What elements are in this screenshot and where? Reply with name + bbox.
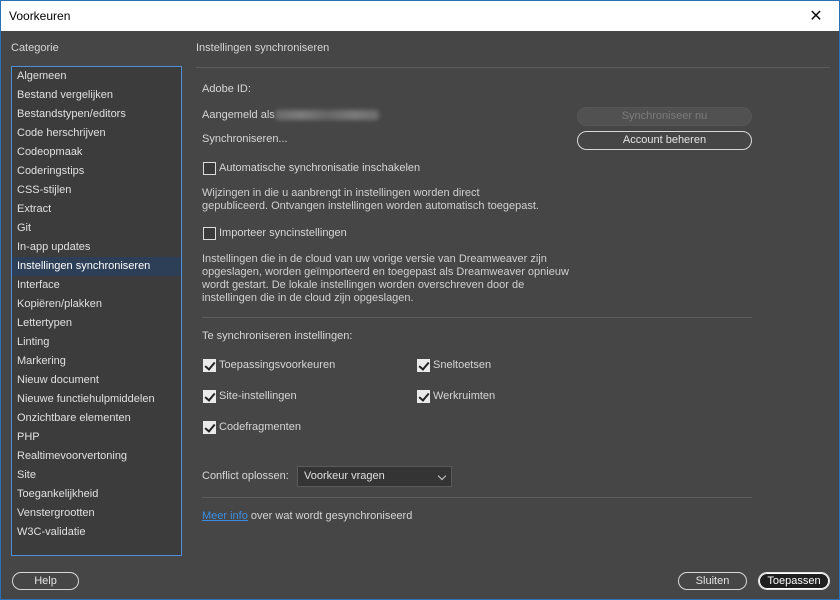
close-icon[interactable]: ✕ xyxy=(793,1,839,31)
app-prefs-checkbox[interactable] xyxy=(203,359,216,372)
auto-sync-label[interactable]: Automatische synchronisatie inschakelen xyxy=(219,162,420,174)
workspaces-checkbox[interactable] xyxy=(417,390,430,403)
more-info-text: over wat wordt gesynchroniseerd xyxy=(250,510,413,522)
site-settings-label[interactable]: Site-instellingen xyxy=(219,390,297,402)
sidebar-item-coderingstips[interactable]: Coderingstips xyxy=(12,162,181,181)
category-list[interactable]: Algemeen Bestand vergelijken Bestandstyp… xyxy=(11,66,182,556)
sidebar-item-instellingen-synchroniseren[interactable]: Instellingen synchroniseren xyxy=(12,257,181,276)
sidebar-item-php[interactable]: PHP xyxy=(12,428,181,447)
sidebar-item-nieuw-document[interactable]: Nieuw document xyxy=(12,371,181,390)
sidebar-item-in-app-updates[interactable]: In-app updates xyxy=(12,238,181,257)
conflict-label: Conflict oplossen: xyxy=(202,470,289,482)
sidebar-item-bestand-vergelijken[interactable]: Bestand vergelijken xyxy=(12,86,181,105)
sidebar-item-linting[interactable]: Linting xyxy=(12,333,181,352)
conflict-select-value: Voorkeur vragen xyxy=(304,470,385,482)
sidebar-item-venstergrootten[interactable]: Venstergrootten xyxy=(12,504,181,523)
import-sync-description-line: Instellingen die in de cloud van uw vori… xyxy=(202,253,547,265)
sidebar-item-site[interactable]: Site xyxy=(12,466,181,485)
category-heading: Categorie xyxy=(11,42,59,54)
account-email-blurred xyxy=(275,110,379,120)
divider xyxy=(202,497,752,498)
help-button[interactable]: Help xyxy=(12,572,79,590)
auto-sync-description-line: Wijzingen in die u aanbrengt in instelli… xyxy=(202,187,480,199)
chevron-down-icon xyxy=(437,471,447,481)
divider xyxy=(202,317,752,318)
more-info-link[interactable]: Meer info xyxy=(202,510,248,522)
sidebar-item-code-herschrijven[interactable]: Code herschrijven xyxy=(12,124,181,143)
signed-in-label: Aangemeld als xyxy=(202,109,275,121)
workspaces-label[interactable]: Werkruimten xyxy=(433,390,495,402)
syncing-status: Synchroniseren... xyxy=(202,133,288,145)
sidebar-item-git[interactable]: Git xyxy=(12,219,181,238)
sidebar-item-nieuwe-functiehulpmiddelen[interactable]: Nieuwe functiehulpmiddelen xyxy=(12,390,181,409)
app-prefs-label[interactable]: Toepassingsvoorkeuren xyxy=(219,359,335,371)
import-sync-description-line: instellingen die in de cloud zijn opgesl… xyxy=(202,292,414,304)
sidebar-item-css-stijlen[interactable]: CSS-stijlen xyxy=(12,181,181,200)
auto-sync-description: Wijzingen in die u aanbrengt in instelli… xyxy=(202,187,582,213)
sidebar-item-bestandstypen-editors[interactable]: Bestandstypen/editors xyxy=(12,105,181,124)
import-sync-checkbox[interactable] xyxy=(203,227,216,240)
shortcuts-label[interactable]: Sneltoetsen xyxy=(433,359,491,371)
sidebar-item-kopieren-plakken[interactable]: Kopiëren/plakken xyxy=(12,295,181,314)
sidebar-item-codeopmaak[interactable]: Codeopmaak xyxy=(12,143,181,162)
auto-sync-checkbox[interactable] xyxy=(203,162,216,175)
sync-settings-heading: Te synchroniseren instellingen: xyxy=(202,330,353,342)
import-sync-description: Instellingen die in de cloud van uw vori… xyxy=(202,253,582,305)
sidebar-item-lettertypen[interactable]: Lettertypen xyxy=(12,314,181,333)
sidebar-item-w3c-validatie[interactable]: W3C-validatie xyxy=(12,523,181,542)
auto-sync-description-line: gepubliceerd. Ontvangen instellingen wor… xyxy=(202,200,539,212)
sidebar-item-markering[interactable]: Markering xyxy=(12,352,181,371)
adobe-id-label: Adobe ID: xyxy=(202,83,251,95)
sidebar-item-interface[interactable]: Interface xyxy=(12,276,181,295)
import-sync-description-line: wordt gestart. De lokale instellingen wo… xyxy=(202,279,525,291)
sidebar-item-onzichtbare-elementen[interactable]: Onzichtbare elementen xyxy=(12,409,181,428)
snippets-checkbox[interactable] xyxy=(203,421,216,434)
import-sync-description-line: opgeslagen, worden geïmporteerd en toege… xyxy=(202,266,569,278)
sidebar-item-toegankelijkheid[interactable]: Toegankelijkheid xyxy=(12,485,181,504)
sidebar-item-realtimevoorvertoning[interactable]: Realtimevoorvertoning xyxy=(12,447,181,466)
sync-now-button[interactable]: Synchroniseer nu xyxy=(577,107,752,126)
snippets-label[interactable]: Codefragmenten xyxy=(219,421,301,433)
preferences-dialog: Voorkeuren ✕ Categorie Instellingen sync… xyxy=(0,0,840,600)
apply-button[interactable]: Toepassen xyxy=(758,572,830,590)
panel-title: Instellingen synchroniseren xyxy=(196,42,330,54)
conflict-select[interactable]: Voorkeur vragen xyxy=(297,466,452,487)
manage-account-button[interactable]: Account beheren xyxy=(577,131,752,150)
divider xyxy=(196,67,830,68)
site-settings-checkbox[interactable] xyxy=(203,390,216,403)
import-sync-label[interactable]: Importeer syncinstellingen xyxy=(219,227,347,239)
close-button[interactable]: Sluiten xyxy=(678,572,747,590)
sidebar-item-extract[interactable]: Extract xyxy=(12,200,181,219)
title-bar: Voorkeuren ✕ xyxy=(1,1,839,31)
window-title: Voorkeuren xyxy=(9,9,71,23)
shortcuts-checkbox[interactable] xyxy=(417,359,430,372)
sidebar-item-algemeen[interactable]: Algemeen xyxy=(12,67,181,86)
more-info-row: Meer info over wat wordt gesynchroniseer… xyxy=(202,510,412,522)
